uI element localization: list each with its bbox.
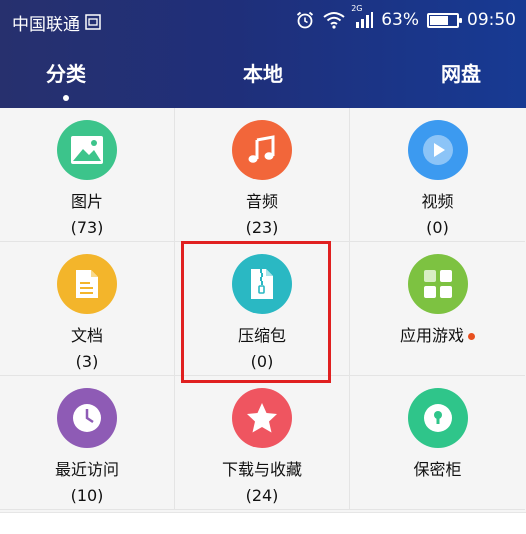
battery-icon — [427, 12, 462, 28]
category-count: (24) — [245, 486, 279, 505]
app-header: 中国联通 2G 63% 09:50 分类 本地 网盘 — [0, 0, 526, 108]
wifi-icon — [323, 10, 345, 30]
category-video[interactable]: 视频 (0) — [350, 108, 525, 242]
category-label: 下载与收藏 — [221, 460, 302, 479]
category-count: (10) — [70, 486, 104, 505]
clock-time: 09:50 — [467, 10, 516, 30]
category-label: 保密柜 — [413, 460, 462, 479]
category-label: 音频 — [245, 192, 278, 211]
category-label: 最近访问 — [54, 460, 119, 479]
clock-icon — [57, 388, 117, 448]
category-apps-games[interactable]: 应用游戏 — [350, 242, 525, 376]
image-icon — [57, 120, 117, 180]
tab-label: 本地 — [243, 62, 283, 86]
document-icon — [57, 254, 117, 314]
tab-bar: 分类 本地 网盘 — [0, 58, 526, 102]
status-bar: 中国联通 2G 63% 09:50 — [0, 0, 526, 42]
signal-icon: 2G — [351, 4, 374, 30]
category-label: 视频 — [421, 192, 454, 211]
category-recent[interactable]: 最近访问 (10) — [0, 376, 175, 510]
tab-label: 分类 — [46, 62, 86, 86]
network-type: 2G — [351, 4, 363, 13]
tab-cloud[interactable]: 网盘 — [439, 58, 483, 87]
category-label-wrap: 应用游戏 — [400, 322, 475, 346]
screenshot-icon — [85, 12, 102, 32]
battery-level — [430, 15, 448, 25]
category-label: 图片 — [70, 192, 103, 211]
category-count: (3) — [75, 352, 99, 371]
category-count: (23) — [245, 218, 279, 237]
category-safe[interactable]: 保密柜 — [350, 376, 525, 510]
category-label: 应用游戏 — [399, 326, 464, 345]
lock-icon — [407, 388, 468, 448]
tab-local[interactable]: 本地 — [241, 58, 285, 87]
tab-label: 网盘 — [441, 62, 481, 86]
carrier-label: 中国联通 — [12, 15, 80, 35]
category-documents[interactable]: 文档 (3) — [0, 242, 175, 376]
category-label: 文档 — [70, 326, 103, 345]
tab-categories[interactable]: 分类 — [44, 58, 88, 101]
bottom-strip — [0, 512, 526, 534]
battery-percent: 63% — [381, 10, 419, 30]
highlight-box — [181, 241, 331, 383]
star-icon — [232, 388, 292, 448]
alarm-icon — [295, 10, 315, 30]
category-audio[interactable]: 音频 (23) — [175, 108, 350, 242]
play-icon — [407, 120, 468, 180]
category-downloads-favorites[interactable]: 下载与收藏 (24) — [175, 376, 350, 510]
status-icons: 2G 63% 09:50 — [295, 4, 516, 30]
category-count: (0) — [426, 218, 449, 237]
category-count: (73) — [70, 218, 104, 237]
carrier-name: 中国联通 — [12, 10, 102, 35]
new-badge-dot — [468, 333, 475, 340]
music-icon — [232, 120, 292, 180]
apps-icon — [407, 254, 468, 314]
category-images[interactable]: 图片 (73) — [0, 108, 175, 242]
selected-indicator — [63, 95, 69, 101]
